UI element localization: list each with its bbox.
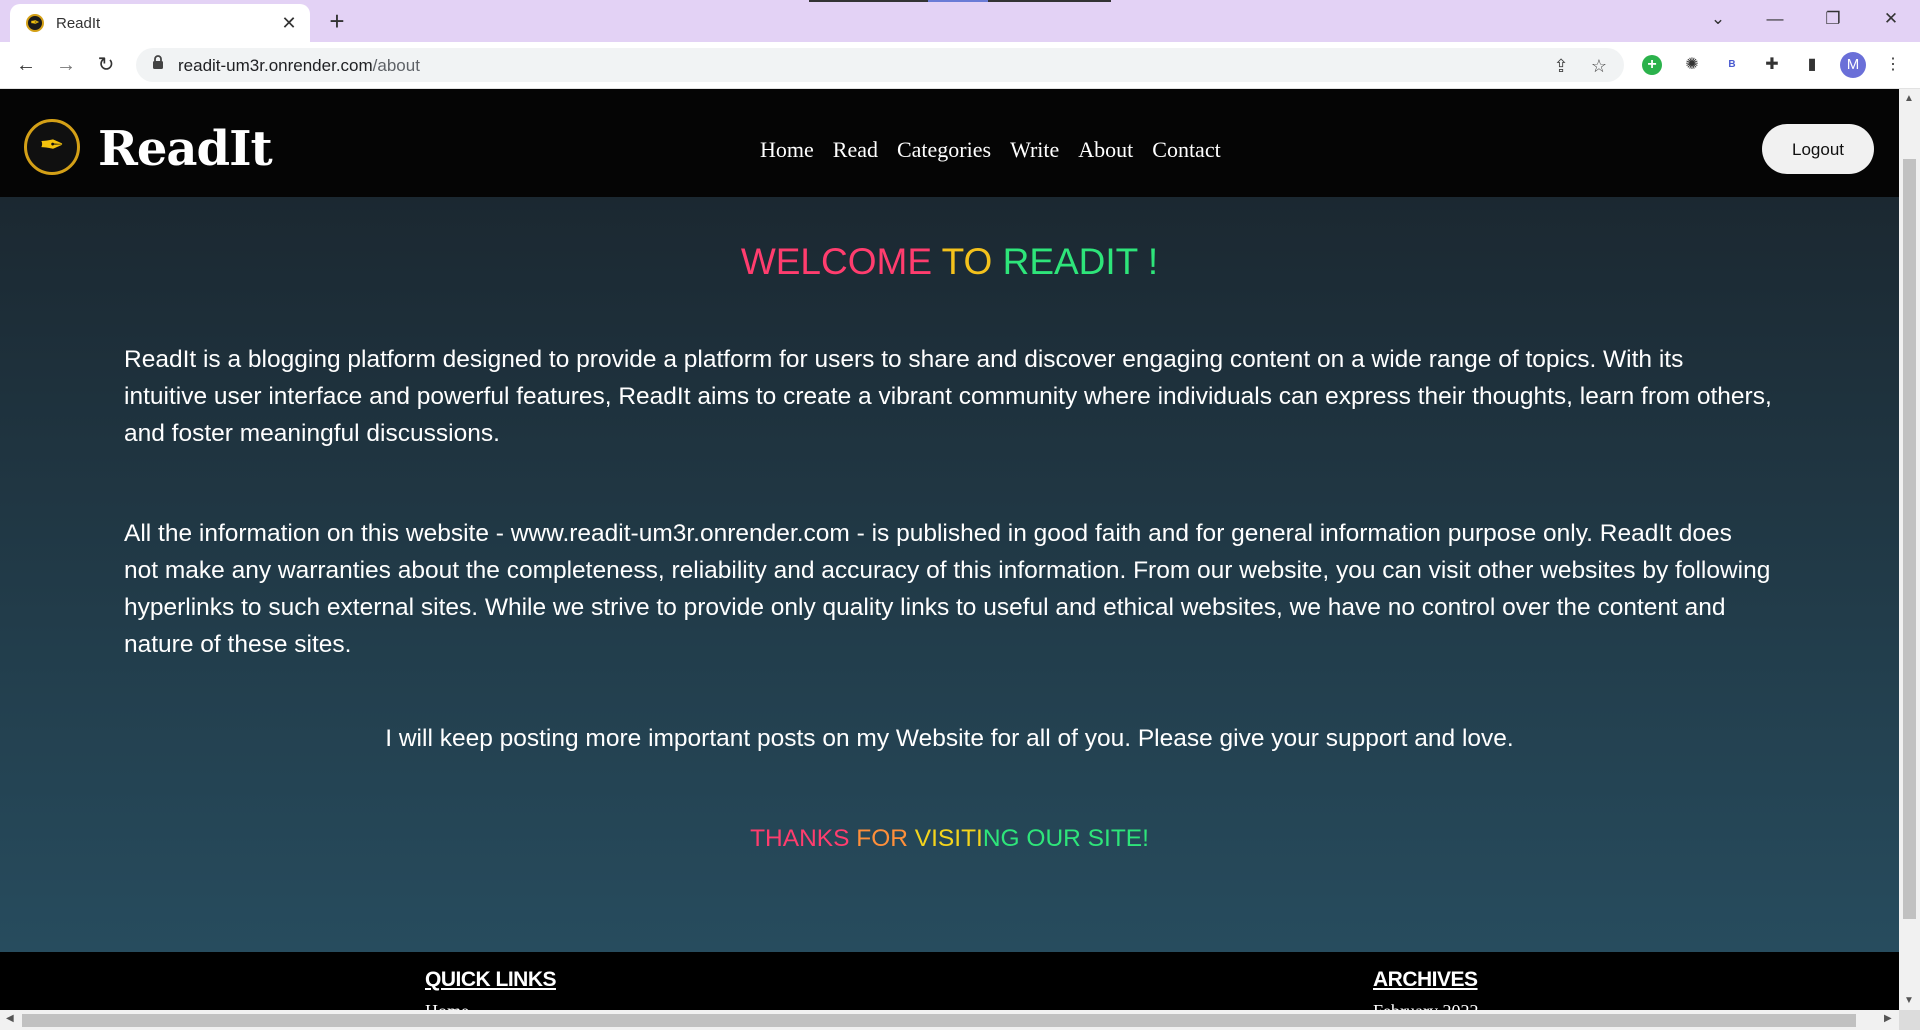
close-window-button[interactable]: ✕ (1868, 0, 1914, 38)
about-paragraph-intro: ReadIt is a blogging platform designed t… (124, 346, 1772, 447)
browser-menu-icon[interactable]: ⋮ (1880, 52, 1906, 78)
extension-b-icon[interactable]: B (1719, 52, 1745, 78)
favicon-icon: ✒ (26, 14, 44, 32)
about-section: WELCOME TO READIT ! ReadIt is a blogging… (0, 197, 1899, 952)
restore-button[interactable]: ❐ (1810, 0, 1856, 38)
main-nav: Home Read Categories Write About Contact (760, 137, 1240, 163)
quick-links-heading: QUICK LINKS (425, 968, 557, 991)
tab-search-icon[interactable]: ⌄ (1695, 0, 1741, 38)
scroll-right-icon[interactable]: ▶ (1884, 1013, 1892, 1024)
thanks-part-0: THANKS (750, 825, 857, 852)
vertical-scroll-thumb[interactable] (1903, 159, 1916, 919)
extension-bug-icon[interactable]: ✺ (1679, 52, 1705, 78)
forward-button[interactable]: → (50, 49, 82, 81)
side-panel-icon[interactable]: ▮ (1799, 52, 1825, 78)
scroll-up-icon[interactable]: ▲ (1904, 93, 1914, 104)
logout-button[interactable]: Logout (1762, 124, 1874, 174)
scroll-left-icon[interactable]: ◀ (6, 1013, 14, 1024)
tab-title: ReadIt (56, 14, 101, 32)
thanks-part-1: FOR (856, 825, 915, 852)
nav-categories[interactable]: Categories (897, 137, 991, 163)
site-footer: QUICK LINKS Home ARCHIVES February 2022 (0, 952, 1899, 1010)
thanks-part-2: VISITI (914, 825, 983, 852)
vertical-scrollbar[interactable]: ▲ ▼ (1899, 89, 1920, 1010)
welcome-heading: WELCOME TO READIT ! (0, 241, 1899, 283)
browser-tab[interactable]: ✒ ReadIt ✕ (10, 4, 310, 42)
scrollbar-corner (1899, 1010, 1920, 1030)
about-paragraph-disclaimer: All the information on this website - ww… (124, 520, 1771, 658)
thanks-message: THANKS FOR VISITING OUR SITE! (0, 825, 1899, 853)
url-domain: readit-um3r.onrender.com (178, 56, 373, 75)
url-text: readit-um3r.onrender.com/about (178, 56, 420, 76)
logo-feather-icon[interactable]: ✒ (24, 119, 80, 175)
minimize-button[interactable]: — (1752, 0, 1798, 38)
share-icon[interactable]: ⇪ (1550, 55, 1572, 77)
browser-tab-strip: ✒ ReadIt ✕ + ⌄ — ❐ ✕ (0, 0, 1920, 42)
scroll-down-icon[interactable]: ▼ (1904, 995, 1914, 1006)
nav-write[interactable]: Write (1010, 137, 1059, 163)
site-header: ✒ ReadIt Home Read Categories Write Abou… (0, 89, 1899, 197)
reload-button[interactable]: ↻ (90, 49, 122, 81)
nav-contact[interactable]: Contact (1152, 137, 1220, 163)
back-button[interactable]: ← (10, 49, 42, 81)
welcome-part-1: TO (941, 241, 1003, 282)
browser-toolbar: ← → ↻ readit-um3r.onrender.com/about ⇪ ☆… (0, 42, 1920, 89)
brand-name[interactable]: ReadIt (98, 121, 273, 177)
tab-strip-indicator-accent (928, 0, 988, 2)
archives-heading: ARCHIVES (1373, 968, 1478, 991)
nav-home[interactable]: Home (760, 137, 814, 163)
horizontal-scrollbar[interactable]: ◀ ▶ (0, 1010, 1899, 1030)
bookmark-star-icon[interactable]: ☆ (1588, 55, 1610, 77)
nav-about[interactable]: About (1078, 137, 1133, 163)
tab-close-icon[interactable]: ✕ (276, 10, 302, 36)
nav-read[interactable]: Read (833, 137, 878, 163)
horizontal-scroll-thumb[interactable] (22, 1014, 1856, 1027)
thanks-part-3: NG OUR SITE! (982, 825, 1149, 852)
welcome-part-2: READIT ! (1002, 241, 1159, 282)
extensions-puzzle-icon[interactable]: ✚ (1759, 52, 1785, 78)
footer-link-home[interactable]: Home (425, 1001, 469, 1010)
extension-plus-icon[interactable]: + (1642, 55, 1662, 75)
url-path: /about (372, 56, 420, 75)
address-bar[interactable]: readit-um3r.onrender.com/about ⇪ ☆ (136, 48, 1624, 82)
new-tab-button[interactable]: + (322, 6, 352, 36)
welcome-part-0: WELCOME (740, 241, 942, 282)
profile-avatar[interactable]: M (1840, 52, 1866, 78)
about-paragraph-support: I will keep posting more important posts… (385, 725, 1514, 752)
lock-icon (152, 55, 164, 73)
page-viewport: ✒ ReadIt Home Read Categories Write Abou… (0, 89, 1899, 1010)
archive-link-february-2022[interactable]: February 2022 (1373, 1001, 1478, 1010)
